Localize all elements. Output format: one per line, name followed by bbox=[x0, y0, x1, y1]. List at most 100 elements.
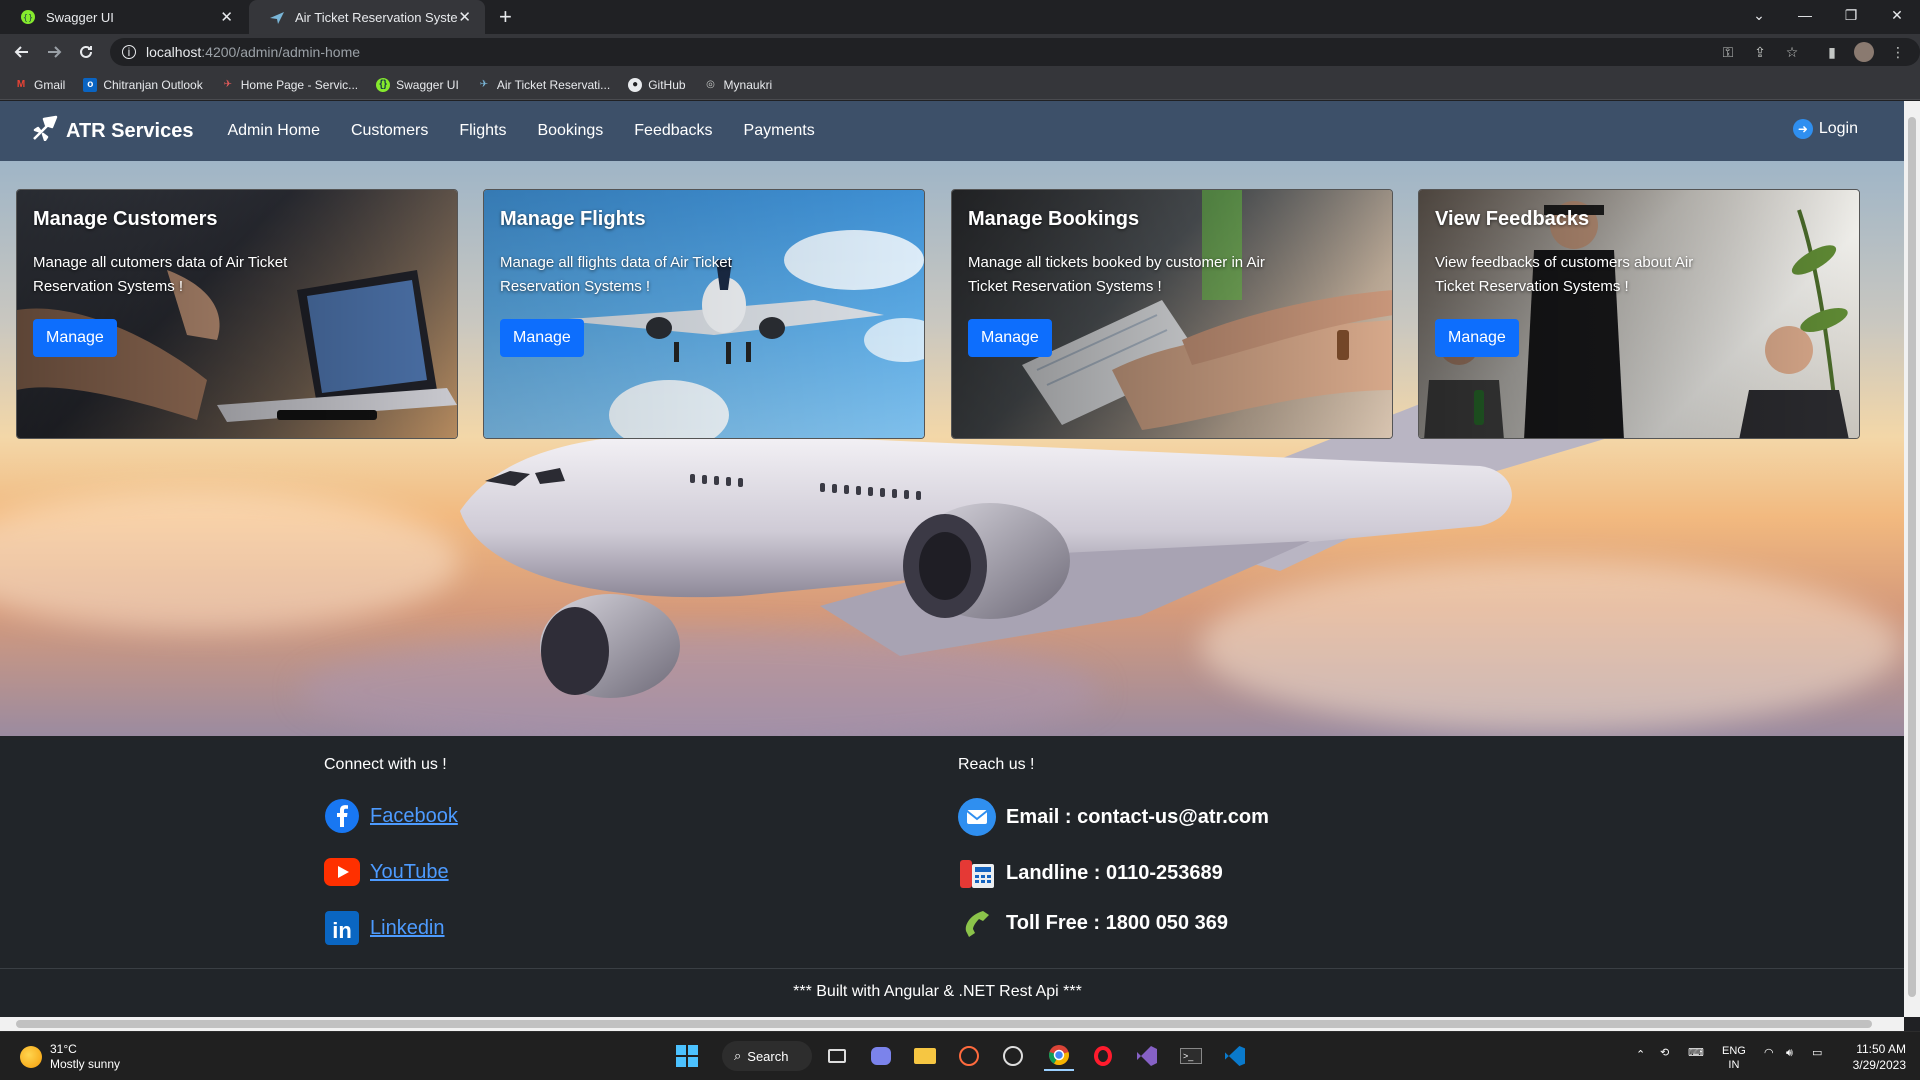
nav-flights[interactable]: Flights bbox=[459, 122, 506, 140]
tray-overflow-icon[interactable]: ⌃ bbox=[1636, 1048, 1645, 1062]
reload-icon[interactable] bbox=[74, 40, 98, 64]
youtube-link-row: YouTube bbox=[324, 854, 449, 890]
bookmark-air-ticket[interactable]: ✈ Air Ticket Reservati... bbox=[477, 78, 611, 92]
chrome-icon[interactable] bbox=[1044, 1041, 1074, 1071]
bookmark-servicenow[interactable]: ✈ Home Page - Servic... bbox=[221, 78, 359, 92]
swagger-icon: {} bbox=[376, 77, 391, 92]
forward-icon[interactable] bbox=[42, 40, 66, 64]
menu-icon[interactable]: ⋮ bbox=[1886, 40, 1910, 64]
lang-bottom: IN bbox=[1728, 1059, 1740, 1071]
avatar[interactable] bbox=[1852, 40, 1876, 64]
nav-payments[interactable]: Payments bbox=[744, 122, 815, 140]
bookmark-label: Chitranjan Outlook bbox=[103, 77, 203, 92]
nav-admin-home[interactable]: Admin Home bbox=[227, 122, 319, 140]
hero-section: Manage Customers Manage all cutomers dat… bbox=[0, 161, 1904, 736]
side-panel-icon[interactable]: ▮ bbox=[1820, 40, 1844, 64]
restore-icon[interactable]: ❐ bbox=[1828, 0, 1874, 30]
gmail-icon: M bbox=[16, 79, 26, 90]
bookmark-mynaukri[interactable]: ◎ Mynaukri bbox=[704, 78, 772, 92]
email-text: Email : contact-us@atr.com bbox=[1006, 805, 1269, 828]
vscode-icon[interactable] bbox=[1220, 1041, 1250, 1071]
url-host: localhost bbox=[146, 44, 202, 60]
card-manage-customers: Manage Customers Manage all cutomers dat… bbox=[16, 189, 458, 439]
taskbar-search[interactable]: ⌕ Search bbox=[722, 1041, 812, 1071]
card-manage-flights: Manage Flights Manage all flights data o… bbox=[483, 189, 925, 439]
vertical-scrollbar[interactable] bbox=[1904, 101, 1920, 1017]
plane-icon bbox=[269, 9, 285, 25]
volume-icon[interactable]: 🔊︎ bbox=[1786, 1046, 1793, 1060]
bookmark-github[interactable]: ● GitHub bbox=[628, 77, 686, 92]
nav-customers[interactable]: Customers bbox=[351, 122, 428, 140]
horizontal-scrollbar[interactable] bbox=[0, 1017, 1904, 1031]
taskbar-clock[interactable]: 11:50 AM 3/29/2023 bbox=[1853, 1041, 1906, 1073]
scrollbar-thumb[interactable] bbox=[1908, 117, 1916, 997]
minimize-icon[interactable]: — bbox=[1782, 0, 1828, 30]
close-tab-icon[interactable]: ✕ bbox=[220, 8, 233, 26]
view-feedbacks-button[interactable]: Manage bbox=[1435, 319, 1519, 357]
wifi-icon[interactable]: ◠ bbox=[1764, 1046, 1774, 1060]
manage-flights-button[interactable]: Manage bbox=[500, 319, 584, 357]
star-icon[interactable]: ☆ bbox=[1780, 40, 1804, 64]
built-with-text: *** Built with Angular & .NET Rest Api *… bbox=[793, 983, 1082, 1000]
language-indicator[interactable]: ENG IN bbox=[1722, 1044, 1746, 1072]
address-bar[interactable]: i localhost:4200/admin/admin-home bbox=[110, 38, 1920, 66]
manage-customers-button[interactable]: Manage bbox=[33, 319, 117, 357]
media-player-icon[interactable] bbox=[998, 1041, 1028, 1071]
bookmark-swagger[interactable]: {} Swagger UI bbox=[376, 77, 459, 92]
nav-feedbacks[interactable]: Feedbacks bbox=[634, 122, 712, 140]
airplane-logo-icon bbox=[32, 115, 58, 147]
sync-icon[interactable]: ⟲ bbox=[1660, 1046, 1669, 1060]
linkedin-icon: in bbox=[324, 910, 360, 946]
youtube-link[interactable]: YouTube bbox=[370, 861, 449, 884]
swagger-icon: {} bbox=[20, 9, 36, 25]
browser-toolbar: i localhost:4200/admin/admin-home ⚿ ⇪ ☆ … bbox=[0, 34, 1920, 70]
windows-start-icon[interactable] bbox=[672, 1041, 702, 1071]
tab-strip: {} Swagger UI ✕ Air Ticket Reservation S… bbox=[0, 0, 1920, 34]
tab-air-ticket[interactable]: Air Ticket Reservation System ✕ bbox=[249, 0, 485, 34]
key-icon[interactable]: ⚿ bbox=[1716, 40, 1740, 64]
tollfree-text: Toll Free : 1800 050 369 bbox=[1006, 911, 1228, 934]
landline-text: Landline : 0110-253689 bbox=[1006, 861, 1223, 884]
new-tab-button[interactable]: + bbox=[499, 4, 512, 30]
close-window-icon[interactable]: ✕ bbox=[1874, 0, 1920, 30]
site-footer: Connect with us ! Reach us ! Facebook Yo… bbox=[0, 736, 1904, 1017]
tab-swagger-ui[interactable]: {} Swagger UI ✕ bbox=[0, 0, 247, 34]
teams-chat-icon[interactable] bbox=[866, 1041, 896, 1071]
login-button[interactable]: ➜ Login bbox=[1792, 119, 1858, 139]
date: 3/29/2023 bbox=[1852, 1058, 1906, 1072]
linkedin-link[interactable]: Linkedin bbox=[370, 917, 445, 940]
nav-bookings[interactable]: Bookings bbox=[537, 122, 603, 140]
email-contact: Email : contact-us@atr.com bbox=[958, 798, 1269, 836]
file-explorer-icon[interactable] bbox=[910, 1041, 940, 1071]
weather-widget[interactable]: 31°C Mostly sunny bbox=[20, 1042, 120, 1072]
bookmark-label: Swagger UI bbox=[396, 77, 459, 92]
taskbar: 31°C Mostly sunny ⌕ Search >_ ⌃ ⟲ ⌨ ENG … bbox=[0, 1031, 1920, 1080]
keyboard-icon[interactable]: ⌨ bbox=[1688, 1046, 1704, 1060]
battery-icon[interactable]: ▭ bbox=[1812, 1046, 1822, 1060]
login-label: Login bbox=[1818, 120, 1858, 137]
opera-icon[interactable] bbox=[1088, 1041, 1118, 1071]
cloud-shape bbox=[0, 491, 460, 631]
svg-text:in: in bbox=[332, 918, 352, 943]
back-icon[interactable] bbox=[10, 40, 34, 64]
scrollbar-thumb[interactable] bbox=[16, 1020, 1872, 1028]
app-icon[interactable] bbox=[954, 1041, 984, 1071]
card-text: Manage all tickets booked by customer in… bbox=[968, 254, 1265, 295]
plane-icon: ✈ bbox=[479, 79, 488, 90]
task-view-icon[interactable] bbox=[822, 1041, 852, 1071]
bookmark-gmail[interactable]: M Gmail bbox=[14, 78, 66, 92]
terminal-icon[interactable]: >_ bbox=[1176, 1041, 1206, 1071]
manage-bookings-button[interactable]: Manage bbox=[968, 319, 1052, 357]
close-tab-icon[interactable]: ✕ bbox=[458, 8, 471, 26]
facebook-link-row: Facebook bbox=[324, 798, 458, 834]
visual-studio-icon[interactable] bbox=[1132, 1041, 1162, 1071]
info-icon[interactable]: i bbox=[122, 45, 136, 59]
share-icon[interactable]: ⇪ bbox=[1748, 40, 1772, 64]
brand[interactable]: ATR Services bbox=[32, 115, 193, 147]
weather-condition: Mostly sunny bbox=[50, 1057, 121, 1071]
card-text: Manage all cutomers data of Air Ticket R… bbox=[33, 254, 288, 295]
tab-search-icon[interactable]: ⌄ bbox=[1736, 0, 1782, 30]
bookmark-outlook[interactable]: o Chitranjan Outlook bbox=[83, 77, 203, 92]
facebook-link[interactable]: Facebook bbox=[370, 805, 458, 828]
connect-title: Connect with us ! bbox=[324, 756, 447, 773]
